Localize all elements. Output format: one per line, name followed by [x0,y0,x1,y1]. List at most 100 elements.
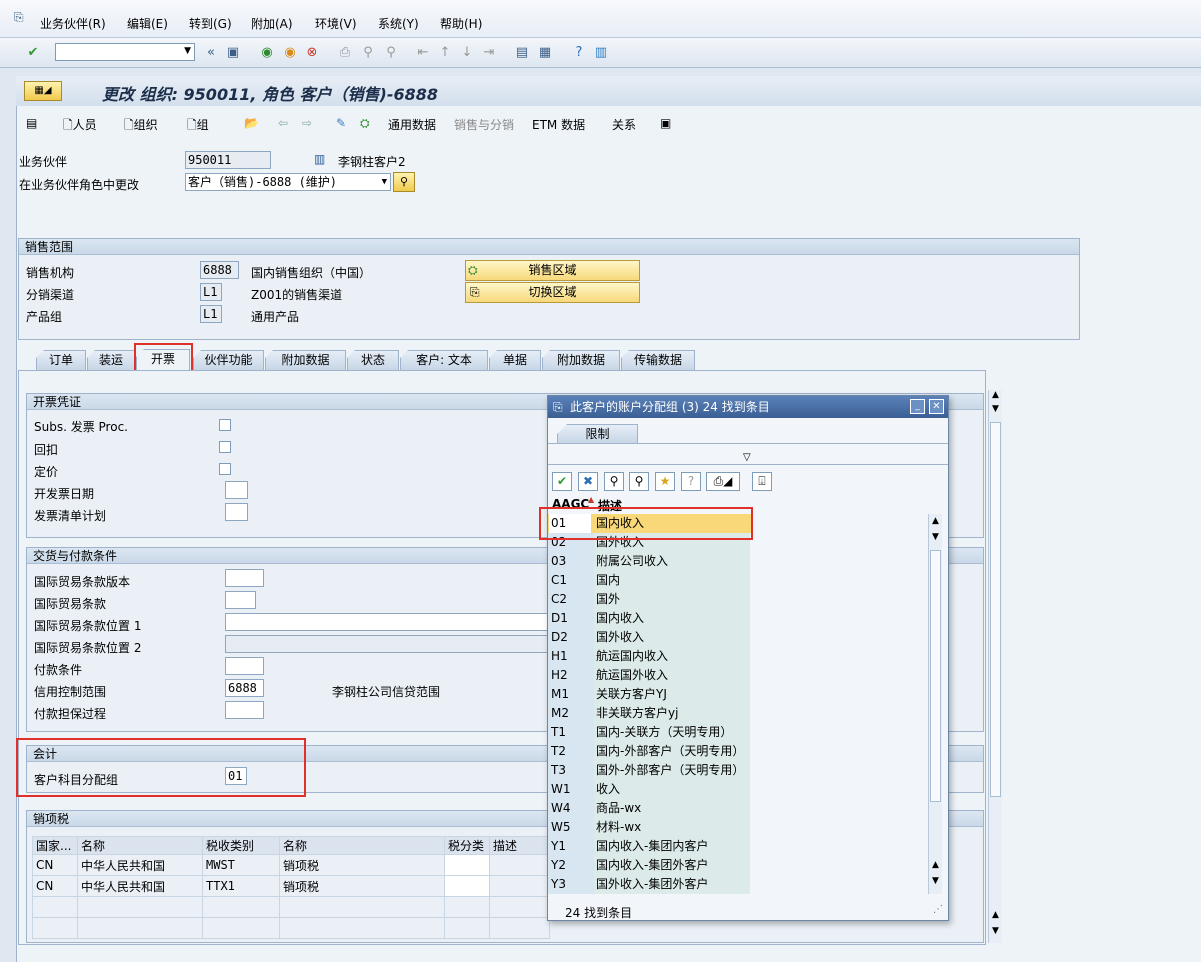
payment-terms-field[interactable] [225,657,264,675]
exit-icon[interactable]: ◉ [281,44,299,62]
help-icon[interactable]: ? [681,472,701,491]
command-field[interactable]: ▼ [55,43,195,61]
tab-partner-functions[interactable]: 伙伴功能 [193,350,264,370]
pin-icon[interactable]: ⍗ [752,472,772,491]
tab-customer-texts[interactable]: 客户: 文本 [400,350,488,370]
rebate-checkbox[interactable] [219,441,231,453]
layout-menu-icon[interactable]: ▥ [592,44,610,62]
tab-additional-data[interactable]: 附加数据 [265,350,346,370]
list-item[interactable]: 01 国内收入 [548,514,751,533]
cancel-x-icon[interactable]: ✖ [578,472,598,491]
scroll-thumb[interactable] [930,550,941,802]
list-item[interactable]: M2 非关联方客户yj [548,704,928,723]
find-next-icon[interactable]: ⚲ [382,44,400,62]
scroll-up-icon[interactable]: ▲ [932,516,939,526]
role-icon[interactable]: ⛭ [360,116,370,131]
scroll-thumb[interactable] [990,422,1001,797]
scroll-down-icon[interactable]: ▼ [932,532,939,542]
list-item[interactable]: Y2 国内收入-集团外客户 [548,856,928,875]
list-item[interactable]: H2 航运国外收入 [548,666,928,685]
tax-col-classification[interactable]: 税分类 [444,836,490,855]
pricing-checkbox[interactable] [219,463,231,475]
edit-mode-icon[interactable]: ✎ [336,116,346,130]
list-item[interactable]: 03 附属公司收入 [548,552,928,571]
tab-additional-data-2[interactable]: 附加数据 [542,350,620,370]
menu-edit[interactable]: 编辑(E) [127,15,168,32]
col-header-desc[interactable]: 描述 [598,497,622,514]
list-item[interactable]: W1 收入 [548,780,928,799]
tax-col-category[interactable]: 税收类别 [202,836,280,855]
search-role-icon[interactable]: ⚲ [393,172,415,192]
favorites-icon[interactable]: ★ [655,472,675,491]
person-card-icon[interactable]: ▣ [660,116,671,130]
menu-extras[interactable]: 附加(A) [251,15,293,32]
next-page-icon[interactable]: ↓ [458,44,476,62]
collapse-icon[interactable]: « [202,44,220,62]
new-session-icon[interactable]: ▤ [513,44,531,62]
popup-scrollbar[interactable]: ▲ ▼ ▲ ▼ [928,514,942,894]
list-item[interactable]: C2 国外 [548,590,928,609]
tax-col-country[interactable]: 国家... [32,836,78,855]
scroll-down-icon[interactable]: ▼ [992,404,999,414]
help-icon[interactable]: ? [570,44,588,62]
tab-documents[interactable]: 单据 [489,350,541,370]
find-icon[interactable]: ⚲ [359,44,377,62]
bp-menu-icon[interactable]: ▦◢ [24,81,62,101]
scroll-up-icon[interactable]: ▲ [932,860,939,870]
last-page-icon[interactable]: ⇥ [480,44,498,62]
create-org-button[interactable]: 🗋组织 [124,116,158,137]
scroll-down-icon[interactable]: ▼ [932,876,939,886]
sales-distribution-button[interactable]: 销售与分销 [454,116,514,133]
tab-billing[interactable]: 开票 [136,349,190,371]
back-icon[interactable]: ◉ [258,44,276,62]
tab-transfer-data[interactable]: 传输数据 [621,350,695,370]
print-icon[interactable]: ⎙ [336,44,354,62]
scroll-down-icon[interactable]: ▼ [992,926,999,936]
main-scrollbar[interactable]: ▲ ▼ ▲ ▼ [988,390,1002,943]
back-arrow-icon[interactable]: ⇦ [278,116,288,130]
save-icon[interactable]: ▣ [224,44,242,62]
list-item[interactable]: T1 国内-关联方（天明专用） [548,723,928,742]
tax-col-name[interactable]: 名称 [77,836,203,855]
incoterms-loc1-field[interactable] [225,613,550,631]
list-item[interactable]: C1 国内 [548,571,928,590]
credit-area-field[interactable]: 6888 [225,679,264,697]
previous-page-icon[interactable]: ↑ [436,44,454,62]
print-icon[interactable]: ⎙◢ [706,472,740,491]
create-group-button[interactable]: 🗋组 [187,116,209,137]
open-folder-icon[interactable]: 📂 [244,116,259,130]
confirm-check-icon[interactable]: ✔ [552,472,572,491]
shortcut-icon[interactable]: ▦ [536,44,554,62]
menu-business-partner[interactable]: 业务伙伴(R) [40,15,106,32]
list-item[interactable]: W4 商品-wx [548,799,928,818]
enter-check-icon[interactable]: ✔ [24,44,42,62]
payment-guarantee-field[interactable] [225,701,264,719]
menu-goto[interactable]: 转到(G) [189,15,232,32]
tax-classification-input[interactable] [444,875,490,897]
resize-grip-icon[interactable]: ⋰ [933,904,943,915]
window-menu-icon[interactable]: ⎘ [14,10,24,25]
list-item[interactable]: T3 国外-外部客户（天明专用） [548,761,928,780]
forward-arrow-icon[interactable]: ⇨ [302,116,312,130]
role-select[interactable]: 客户（销售)-6888 (维护) ▼ [185,173,391,191]
find-icon[interactable]: ⚲ [604,472,624,491]
invoice-dates-field[interactable] [225,481,248,499]
list-item[interactable]: Y1 国内收入-集团内客户 [548,837,928,856]
minimize-icon[interactable]: _ [910,399,925,414]
find-next-icon[interactable]: ⚲ [629,472,649,491]
sales-org-field[interactable]: 6888 [200,261,239,279]
col-header-code[interactable]: AAGC [552,497,589,511]
list-item[interactable]: H1 航运国内收入 [548,647,928,666]
scroll-up-icon[interactable]: ▲ [992,910,999,920]
tab-orders[interactable]: 订单 [36,350,86,370]
menu-help[interactable]: 帮助(H) [440,15,482,32]
division-field[interactable]: L1 [200,305,222,323]
general-data-button[interactable]: 通用数据 [388,116,436,133]
overview-icon[interactable]: ▤ [26,116,37,130]
incoterms-version-field[interactable] [225,569,264,587]
list-item[interactable]: D2 国外收入 [548,628,928,647]
subs-invoice-checkbox[interactable] [219,419,231,431]
tax-col-description[interactable]: 描述 [489,836,550,855]
tax-col-cat-name[interactable]: 名称 [279,836,445,855]
list-item[interactable]: T2 国内-外部客户（天明专用） [548,742,928,761]
